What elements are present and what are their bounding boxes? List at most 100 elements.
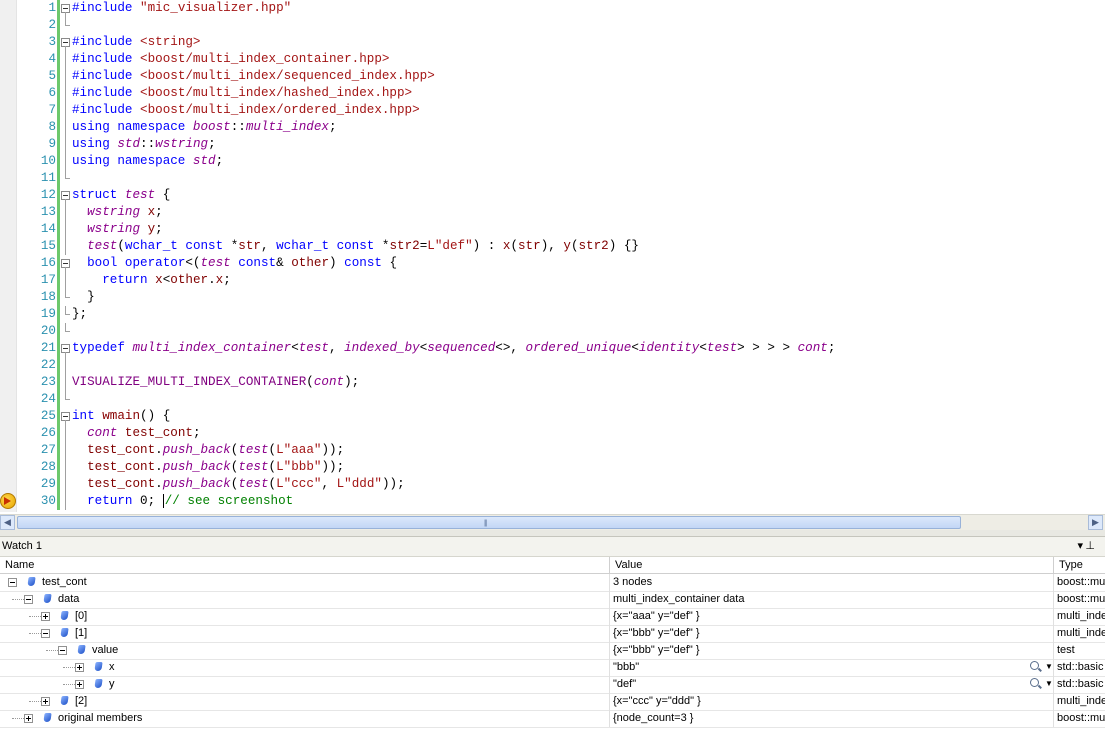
watch-name-cell[interactable]: y <box>0 676 610 693</box>
code-line[interactable]: 14 wstring y; <box>0 221 1105 238</box>
code-line[interactable]: 30 return 0; // see screenshot <box>0 493 1105 510</box>
watch-name-cell[interactable]: value <box>0 642 610 659</box>
code-text[interactable]: test_cont.push_back(test(L"ccc", L"ddd")… <box>72 476 405 493</box>
collapse-region-icon[interactable] <box>61 0 70 17</box>
code-text[interactable]: test_cont.push_back(test(L"bbb")); <box>72 459 344 476</box>
code-text[interactable]: #include <boost/multi_index/ordered_inde… <box>72 102 420 119</box>
code-text[interactable]: return x<other.x; <box>72 272 231 289</box>
scroll-right-button[interactable]: ▶ <box>1088 515 1103 530</box>
code-text[interactable]: int wmain() { <box>72 408 170 425</box>
watch-row[interactable]: test_cont 3 nodes boost::mu <box>0 574 1105 592</box>
code-text[interactable]: #include <boost/multi_index/hashed_index… <box>72 85 412 102</box>
code-text[interactable]: using namespace std; <box>72 153 223 170</box>
expand-icon[interactable] <box>41 612 50 621</box>
code-text[interactable]: using std::wstring; <box>72 136 216 153</box>
code-text[interactable]: bool operator<(test const& other) const … <box>72 255 397 272</box>
watch-row[interactable]: x "bbb" ▼ std::basic <box>0 659 1105 677</box>
watch-value-cell[interactable]: {node_count=3 } <box>610 710 1054 727</box>
collapse-region-icon[interactable] <box>61 187 70 204</box>
code-text[interactable]: wstring x; <box>72 204 163 221</box>
code-line[interactable]: 27 test_cont.push_back(test(L"aaa")); <box>0 442 1105 459</box>
window-position-dropdown-icon[interactable]: ▾ <box>1077 537 1083 556</box>
column-header-value[interactable]: Value <box>610 557 1054 573</box>
watch-name-cell[interactable]: x <box>0 659 610 676</box>
code-text[interactable]: cont test_cont; <box>72 425 200 442</box>
watch-name-cell[interactable]: [2] <box>0 693 610 710</box>
code-line[interactable]: 2 <box>0 17 1105 34</box>
code-line[interactable]: 7 #include <boost/multi_index/ordered_ind… <box>0 102 1105 119</box>
code-line[interactable]: 24 <box>0 391 1105 408</box>
code-text[interactable]: test(wchar_t const *str, wchar_t const *… <box>72 238 639 255</box>
code-line[interactable]: 3 #include <string> <box>0 34 1105 51</box>
collapse-region-icon[interactable] <box>61 255 70 272</box>
code-line[interactable]: 26 cont test_cont; <box>0 425 1105 442</box>
watch-row[interactable]: data multi_index_container data boost::mu <box>0 591 1105 609</box>
code-line[interactable]: 17 return x<other.x; <box>0 272 1105 289</box>
code-line[interactable]: 4 #include <boost/multi_index_container.h… <box>0 51 1105 68</box>
code-line[interactable]: 21 typedef multi_index_container<test, in… <box>0 340 1105 357</box>
code-text[interactable]: }; <box>72 306 87 323</box>
scrollbar-thumb[interactable]: ||| <box>17 516 961 529</box>
code-text[interactable]: using namespace boost::multi_index; <box>72 119 337 136</box>
watch-value-cell[interactable]: {x="aaa" y="def" } <box>610 608 1054 625</box>
watch-row[interactable]: y "def" ▼ std::basic <box>0 676 1105 694</box>
code-text[interactable]: #include <string> <box>72 34 201 51</box>
watch-value-cell[interactable]: multi_index_container data <box>610 591 1054 608</box>
code-text[interactable]: #include "mic_visualizer.hpp" <box>72 0 291 17</box>
code-text[interactable]: #include <boost/multi_index/sequenced_in… <box>72 68 435 85</box>
code-line[interactable]: 6 #include <boost/multi_index/hashed_inde… <box>0 85 1105 102</box>
code-line[interactable]: 13 wstring x; <box>0 204 1105 221</box>
code-line[interactable]: 18 } <box>0 289 1105 306</box>
pane-splitter[interactable] <box>0 530 1105 537</box>
code-line[interactable]: 19}; <box>0 306 1105 323</box>
code-text[interactable]: struct test { <box>72 187 170 204</box>
expand-icon[interactable] <box>24 714 33 723</box>
collapse-icon[interactable] <box>8 578 17 587</box>
code-line[interactable]: 15 test(wchar_t const *str, wchar_t cons… <box>0 238 1105 255</box>
expand-icon[interactable] <box>75 680 84 689</box>
collapse-region-icon[interactable] <box>61 408 70 425</box>
code-text[interactable]: typedef multi_index_container<test, inde… <box>72 340 835 357</box>
visualizer-dropdown-icon[interactable]: ▼ <box>1045 676 1053 692</box>
watch-row[interactable]: [1] {x="bbb" y="def" } multi_inde <box>0 625 1105 643</box>
code-line[interactable]: 9 using std::wstring; <box>0 136 1105 153</box>
code-text[interactable]: #include <boost/multi_index_container.hp… <box>72 51 389 68</box>
code-text[interactable]: } <box>72 289 95 306</box>
collapse-region-icon[interactable] <box>61 34 70 51</box>
horizontal-scrollbar[interactable]: ◀ ||| ▶ <box>0 514 1105 530</box>
code-line[interactable]: 28 test_cont.push_back(test(L"bbb")); <box>0 459 1105 476</box>
code-line[interactable]: 5 #include <boost/multi_index/sequenced_i… <box>0 68 1105 85</box>
watch-name-cell[interactable]: test_cont <box>0 574 610 591</box>
code-text[interactable]: test_cont.push_back(test(L"aaa")); <box>72 442 344 459</box>
code-line[interactable]: 1 #include "mic_visualizer.hpp" <box>0 0 1105 17</box>
visualizer-dropdown-icon[interactable]: ▼ <box>1045 659 1053 675</box>
collapse-icon[interactable] <box>41 629 50 638</box>
column-header-name[interactable]: Name <box>0 557 610 573</box>
collapse-region-icon[interactable] <box>61 340 70 357</box>
code-line[interactable]: 25 int wmain() { <box>0 408 1105 425</box>
watch-value-cell[interactable]: {x="ccc" y="ddd" } <box>610 693 1054 710</box>
watch-row[interactable]: value {x="bbb" y="def" } test <box>0 642 1105 660</box>
collapse-icon[interactable] <box>58 646 67 655</box>
watch-value-cell[interactable]: "bbb" <box>610 659 1054 676</box>
auto-hide-pin-icon[interactable]: ⊥ <box>1085 537 1095 556</box>
watch-value-cell[interactable]: {x="bbb" y="def" } <box>610 625 1054 642</box>
code-line[interactable]: 29 test_cont.push_back(test(L"ccc", L"dd… <box>0 476 1105 493</box>
watch-name-cell[interactable]: data <box>0 591 610 608</box>
collapse-icon[interactable] <box>24 595 33 604</box>
watch-value-cell[interactable]: 3 nodes <box>610 574 1054 591</box>
column-header-type[interactable]: Type <box>1054 557 1105 573</box>
expand-icon[interactable] <box>75 663 84 672</box>
watch-name-cell[interactable]: original members <box>0 710 610 727</box>
expand-icon[interactable] <box>41 697 50 706</box>
watch-row[interactable]: original members {node_count=3 } boost::mu <box>0 710 1105 728</box>
code-line[interactable]: 23 VISUALIZE_MULTI_INDEX_CONTAINER(cont); <box>0 374 1105 391</box>
watch-name-cell[interactable]: [1] <box>0 625 610 642</box>
code-text[interactable]: return 0; // see screenshot <box>72 493 293 510</box>
text-visualizer-icon[interactable] <box>1030 678 1039 687</box>
code-line[interactable]: 10 using namespace std; <box>0 153 1105 170</box>
code-line[interactable]: 20 <box>0 323 1105 340</box>
watch-value-cell[interactable]: "def" <box>610 676 1054 693</box>
watch-name-cell[interactable]: [0] <box>0 608 610 625</box>
text-visualizer-icon[interactable] <box>1030 661 1039 670</box>
